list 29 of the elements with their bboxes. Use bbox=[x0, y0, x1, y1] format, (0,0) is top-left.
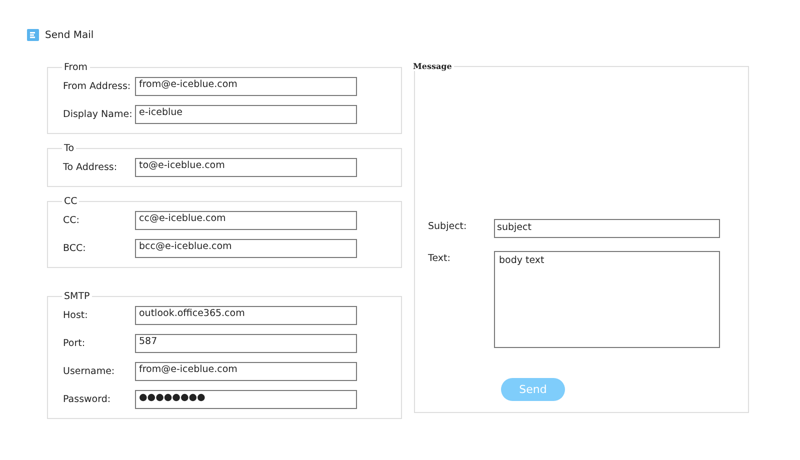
field-label: Port: bbox=[62, 338, 86, 349]
window-title: Send Mail bbox=[45, 30, 94, 40]
group-title: To bbox=[63, 143, 76, 154]
group-title: Message bbox=[412, 61, 453, 71]
text-area[interactable]: body text bbox=[494, 251, 720, 348]
group-title: From bbox=[63, 62, 89, 73]
input-field[interactable]: to@e-iceblue.com bbox=[135, 158, 357, 177]
field-label: Host: bbox=[62, 310, 89, 321]
field-label: Subject: bbox=[428, 220, 468, 234]
field-label: BCC: bbox=[62, 243, 87, 254]
input-field[interactable]: bcc@e-iceblue.com bbox=[135, 239, 357, 258]
subject-field[interactable]: subject bbox=[494, 219, 720, 238]
group-title: SMTP bbox=[63, 291, 91, 302]
app-icon bbox=[27, 29, 39, 41]
input-field[interactable]: e-iceblue bbox=[135, 105, 357, 124]
field-label: To Address: bbox=[62, 162, 118, 173]
input-field[interactable]: from@e-iceblue.com bbox=[135, 77, 357, 96]
input-field[interactable]: outlook.office365.com bbox=[135, 306, 357, 325]
field-label: CC: bbox=[62, 215, 80, 226]
field-label: Password: bbox=[62, 394, 112, 405]
input-field[interactable]: from@e-iceblue.com bbox=[135, 362, 357, 381]
input-field[interactable]: 587 bbox=[135, 334, 357, 353]
field-label: Username: bbox=[62, 366, 116, 377]
input-field[interactable]: ●●●●●●●● bbox=[135, 390, 357, 409]
input-field[interactable]: cc@e-iceblue.com bbox=[135, 211, 357, 230]
field-label: Display Name: bbox=[62, 109, 134, 120]
field-label: From Address: bbox=[62, 81, 132, 92]
group-title: CC bbox=[63, 196, 78, 207]
field-label: Text: bbox=[428, 252, 452, 266]
